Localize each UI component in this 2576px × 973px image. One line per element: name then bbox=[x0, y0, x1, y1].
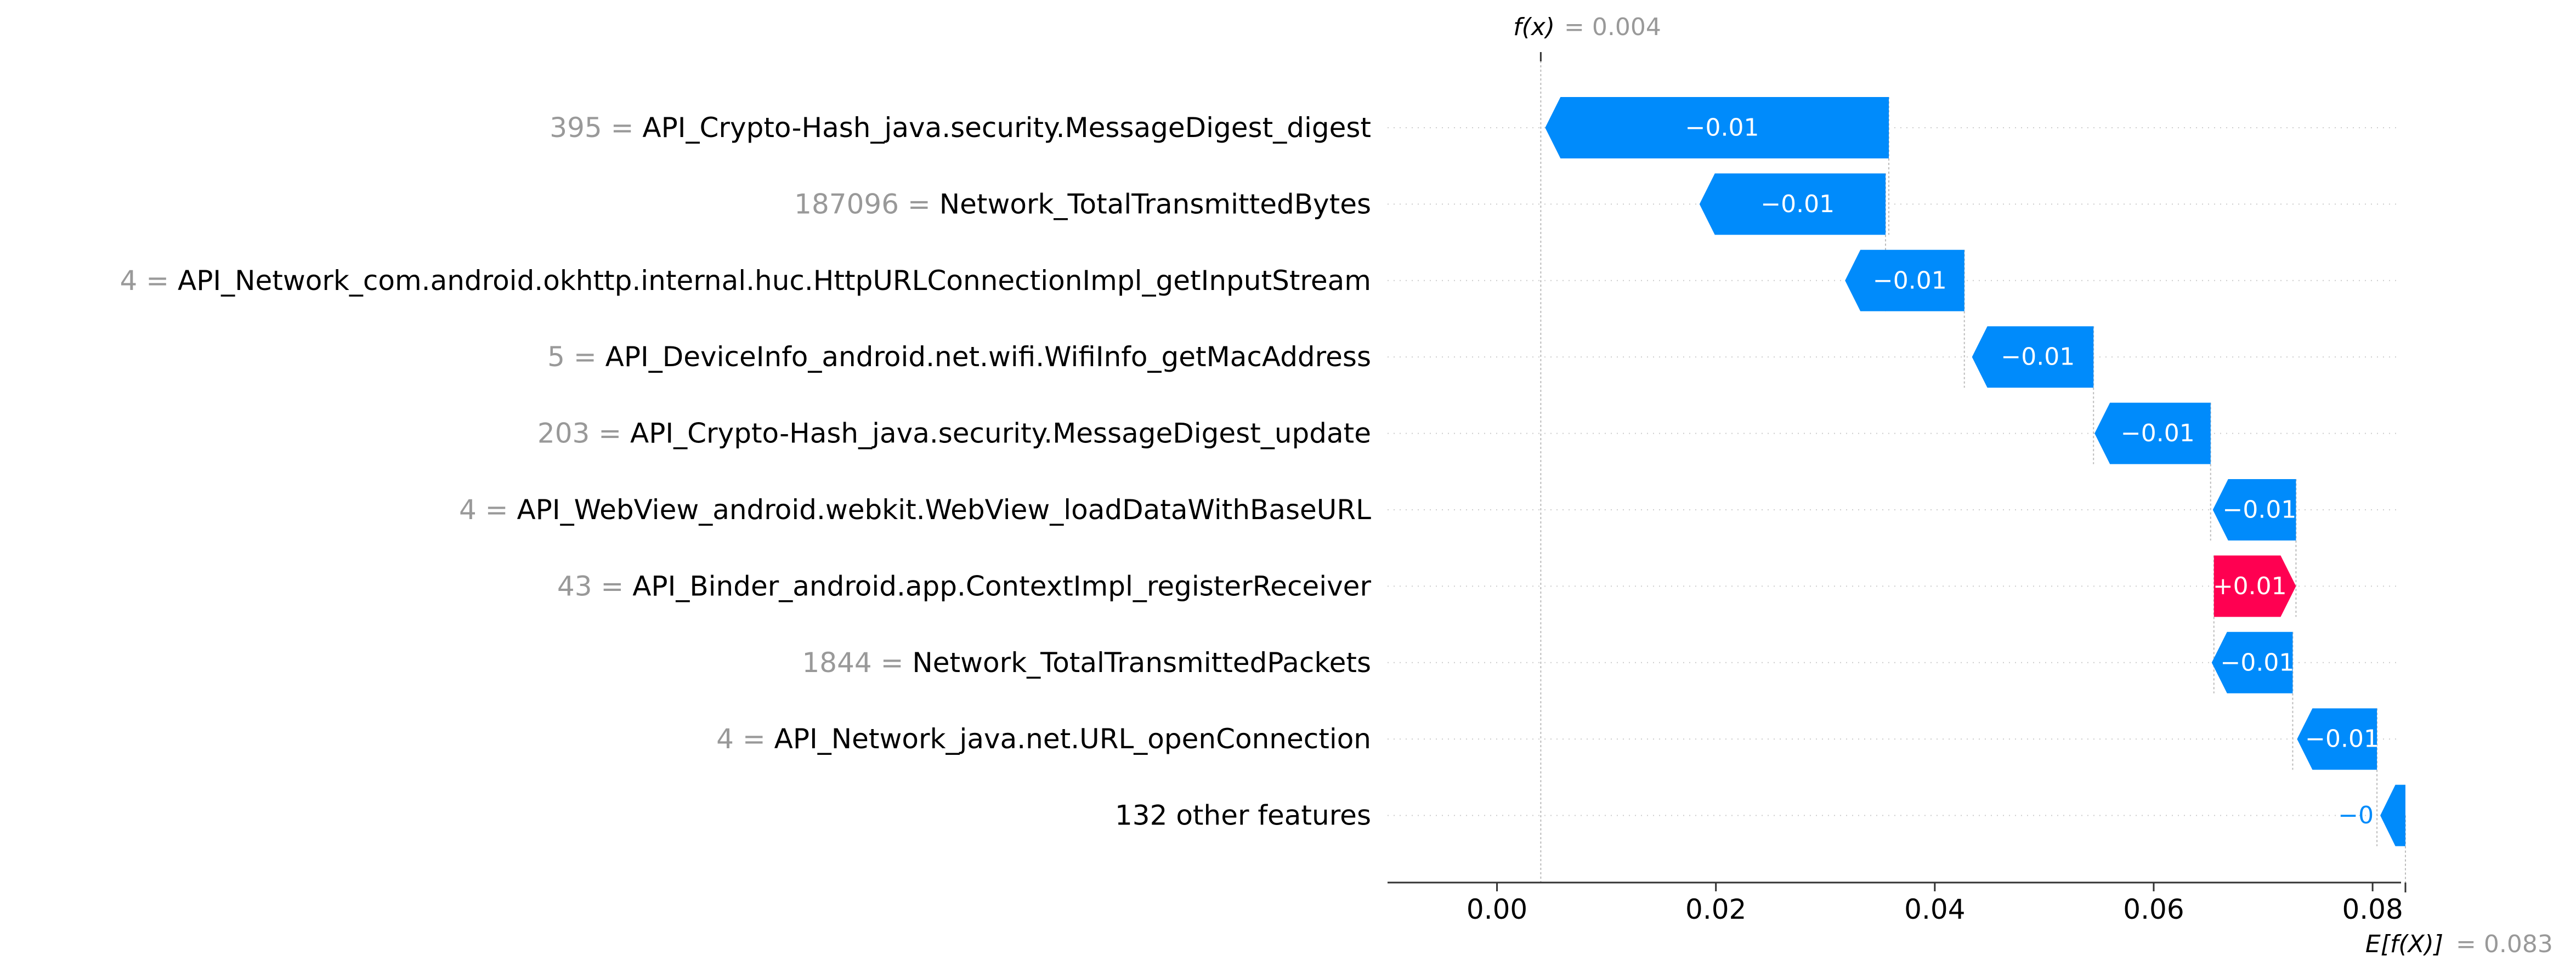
x-tick-label: 0.04 bbox=[1904, 894, 1965, 925]
bar-value-label: −0.01 bbox=[1685, 114, 1759, 142]
feature-equals: = bbox=[602, 112, 643, 144]
feature-value: 203 bbox=[537, 418, 590, 449]
feature-value: 187096 bbox=[794, 188, 899, 220]
feature-equals: = bbox=[565, 341, 605, 373]
bar-value-label: −0.01 bbox=[1873, 266, 1947, 294]
bar-value-label: −0.01 bbox=[2220, 648, 2294, 676]
feature-label: 187096 = Network_TotalTransmittedBytes bbox=[794, 188, 1371, 220]
feature-name: API_Crypto-Hash_java.security.MessageDig… bbox=[630, 418, 1371, 449]
bar-value-label: −0.01 bbox=[1760, 190, 1835, 218]
feature-equals: = bbox=[872, 647, 913, 679]
feature-name: API_Network_java.net.URL_openConnection bbox=[774, 723, 1371, 755]
feature-equals: = bbox=[592, 570, 633, 602]
bar-value-label: −0.01 bbox=[2222, 496, 2296, 524]
feature-labels: 395 = API_Crypto-Hash_java.security.Mess… bbox=[120, 112, 1372, 832]
feature-value: 43 bbox=[557, 570, 592, 602]
feature-name: API_Binder_android.app.ContextImpl_regis… bbox=[632, 570, 1371, 602]
feature-name: Network_TotalTransmittedBytes bbox=[939, 188, 1371, 220]
x-axis: 0.00 0.02 0.04 0.06 0.08 bbox=[1388, 881, 2403, 925]
feature-label: 4 = API_Network_java.net.URL_openConnect… bbox=[716, 723, 1371, 755]
feature-equals: = bbox=[590, 418, 630, 449]
bar-value-label: −0.01 bbox=[2001, 343, 2075, 371]
feature-label: 395 = API_Crypto-Hash_java.security.Mess… bbox=[550, 112, 1371, 144]
reference-lines bbox=[1539, 52, 2407, 892]
feature-value: 4 bbox=[716, 723, 734, 755]
base-value-value: = 0.083 bbox=[2456, 930, 2553, 958]
bar-value-label: −0.01 bbox=[2305, 725, 2379, 753]
feature-equals: = bbox=[734, 723, 774, 755]
base-value-annotation: E[f(X)] = 0.083 bbox=[2365, 930, 2553, 958]
feature-value: 5 bbox=[547, 341, 565, 373]
feature-value: 395 bbox=[550, 112, 602, 144]
feature-label: 43 = API_Binder_android.app.ContextImpl_… bbox=[557, 570, 1372, 602]
feature-value: 4 bbox=[120, 265, 138, 297]
bar-value-label: +0.01 bbox=[2213, 572, 2287, 600]
waterfall-chart: −0.01 −0.01 −0.01 −0.01 −0.01 −0.01 +0.01 −0.01… bbox=[120, 13, 2553, 958]
fx-annotation: f(x) = 0.004 bbox=[1513, 13, 1661, 41]
x-tick-label: 0.06 bbox=[2123, 894, 2184, 925]
feature-label: 4 = API_WebView_android.webkit.WebView_l… bbox=[459, 494, 1371, 526]
feature-label: 1844 = Network_TotalTransmittedPackets bbox=[802, 647, 1371, 679]
feature-name: API_DeviceInfo_android.net.wifi.WifiInfo… bbox=[605, 341, 1371, 373]
feature-name: API_WebView_android.webkit.WebView_loadD… bbox=[517, 494, 1371, 526]
base-value-label: E[f(X)] bbox=[2365, 930, 2443, 958]
x-tick-label: 0.02 bbox=[1685, 894, 1746, 925]
feature-label: 4 = API_Network_com.android.okhttp.inter… bbox=[120, 265, 1371, 297]
fx-label: f(x) bbox=[1513, 13, 1555, 41]
feature-label: 5 = API_DeviceInfo_android.net.wifi.Wifi… bbox=[547, 341, 1371, 373]
feature-bar bbox=[2380, 784, 2405, 846]
feature-bars: −0.01 −0.01 −0.01 −0.01 −0.01 −0.01 +0.01 −0.01… bbox=[1545, 97, 2405, 846]
feature-name: Network_TotalTransmittedPackets bbox=[912, 647, 1371, 679]
bar-value-label: −0.01 bbox=[2121, 419, 2195, 447]
x-tick-label: 0.00 bbox=[1467, 894, 1527, 925]
feature-name: API_Network_com.android.okhttp.internal.… bbox=[178, 265, 1371, 297]
feature-label: 132 other features bbox=[1115, 800, 1371, 832]
feature-value: 4 bbox=[459, 494, 477, 526]
feature-equals: = bbox=[899, 188, 939, 220]
feature-equals: = bbox=[477, 494, 517, 526]
feature-value: 1844 bbox=[802, 647, 871, 679]
feature-name: API_Crypto-Hash_java.security.MessageDig… bbox=[642, 112, 1371, 144]
feature-name: 132 other features bbox=[1115, 800, 1371, 832]
bar-value-label: −0 bbox=[2338, 801, 2374, 829]
feature-equals: = bbox=[137, 265, 178, 297]
x-tick-label: 0.08 bbox=[2342, 894, 2403, 925]
row-gridlines bbox=[1388, 127, 2401, 816]
feature-label: 203 = API_Crypto-Hash_java.security.Mess… bbox=[537, 418, 1371, 449]
fx-value: = 0.004 bbox=[1564, 13, 1661, 41]
